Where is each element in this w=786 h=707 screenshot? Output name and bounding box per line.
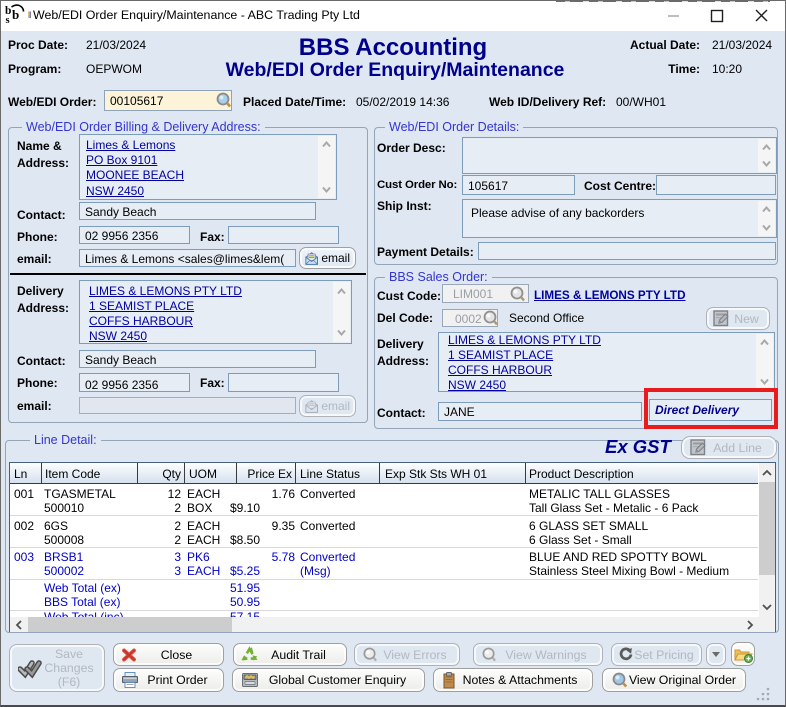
svg-text:s: s [6,15,10,26]
svg-text:b: b [12,7,19,22]
